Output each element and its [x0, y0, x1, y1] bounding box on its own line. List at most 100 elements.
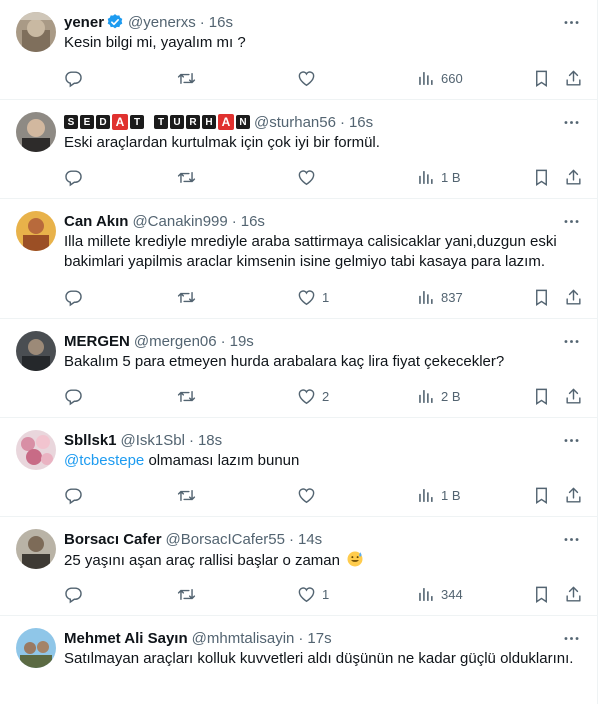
views-button[interactable]: 344 [416, 584, 463, 604]
name-letter: N [236, 115, 250, 129]
views-button[interactable]: 837 [416, 287, 463, 307]
tweet-text: 25 yaşını aşan araç rallisi başlar o zam… [64, 550, 581, 571]
reply-icon [64, 168, 83, 187]
bookmark-icon [532, 585, 551, 604]
avatar[interactable] [16, 211, 56, 251]
retweet-button[interactable] [177, 287, 202, 307]
retweet-button[interactable] [177, 485, 202, 505]
like-button[interactable]: 2 [297, 386, 329, 406]
bookmark-icon [532, 486, 551, 505]
name-letter: R [186, 115, 200, 129]
like-button[interactable]: 1 [297, 584, 329, 604]
bookmark-icon [532, 69, 551, 88]
retweet-icon [177, 387, 196, 406]
more-icon[interactable] [561, 211, 581, 231]
views-button[interactable]: 1 B [416, 485, 461, 505]
like-button[interactable] [297, 485, 322, 505]
tweet-isk1sbl[interactable]: Sbllsk1 @Isk1Sbl · 18s @tcbestepe olmama… [0, 418, 597, 517]
share-icon [564, 387, 583, 406]
author-name[interactable]: MERGEN [64, 333, 130, 350]
bookmark-button[interactable] [532, 167, 551, 187]
retweet-button[interactable] [177, 386, 202, 406]
tweet-text-rest: olmaması lazım bunun [144, 452, 300, 469]
bookmark-button[interactable] [532, 386, 551, 406]
bookmark-button[interactable] [532, 485, 551, 505]
name-letter: A [218, 114, 234, 130]
reply-button[interactable] [64, 485, 89, 505]
author-name[interactable]: Borsacı Cafer [64, 531, 162, 548]
bookmark-button[interactable] [532, 584, 551, 604]
avatar[interactable] [16, 331, 56, 371]
share-button[interactable] [564, 167, 583, 187]
share-button[interactable] [564, 485, 583, 505]
author-handle[interactable]: @yenerxs [128, 14, 196, 31]
tweet-mhmtalisayin[interactable]: Mehmet Ali Sayın @mhmtalisayin · 17s Sat… [0, 616, 597, 704]
author-handle[interactable]: @BorsacICafer55 [166, 531, 285, 548]
timestamp[interactable]: 16s [209, 14, 233, 31]
reply-icon [64, 288, 83, 307]
tweet-mergen06[interactable]: MERGEN @mergen06 · 19s Bakalım 5 para et… [0, 319, 597, 418]
retweet-icon [177, 585, 196, 604]
author-handle[interactable]: @sturhan56 [254, 114, 336, 131]
action-bar: 2 2 B [64, 386, 582, 406]
retweet-button[interactable] [177, 584, 202, 604]
bookmark-button[interactable] [532, 68, 551, 88]
timestamp[interactable]: 19s [230, 333, 254, 350]
retweet-button[interactable] [177, 167, 202, 187]
name-letter: T [130, 115, 144, 129]
views-icon [416, 69, 435, 88]
author-handle[interactable]: @mergen06 [134, 333, 217, 350]
like-button[interactable] [297, 68, 322, 88]
bookmark-button[interactable] [532, 287, 551, 307]
author-handle[interactable]: @mhmtalisayin [192, 630, 295, 647]
more-icon[interactable] [561, 331, 581, 351]
more-icon[interactable] [561, 628, 581, 648]
timestamp[interactable]: 16s [349, 114, 373, 131]
reply-button[interactable] [64, 386, 89, 406]
author-name[interactable]: yener [64, 14, 104, 31]
author-handle[interactable]: @Canakin999 [132, 213, 227, 230]
share-button[interactable] [564, 287, 583, 307]
avatar[interactable] [16, 529, 56, 569]
timestamp[interactable]: 17s [307, 630, 331, 647]
tweet-canakin999[interactable]: Can Akın @Canakin999 · 16s Illa millete … [0, 199, 597, 319]
timestamp[interactable]: 18s [198, 432, 222, 449]
timestamp[interactable]: 16s [241, 213, 265, 230]
views-button[interactable]: 2 B [416, 386, 461, 406]
views-button[interactable]: 660 [416, 68, 463, 88]
more-icon[interactable] [561, 529, 581, 549]
avatar[interactable] [16, 628, 56, 668]
more-icon[interactable] [561, 112, 581, 132]
author-name[interactable]: Sbllsk1 [64, 432, 117, 449]
like-icon [297, 288, 316, 307]
more-icon[interactable] [561, 12, 581, 32]
share-button[interactable] [564, 68, 583, 88]
share-button[interactable] [564, 386, 583, 406]
author-name[interactable]: Mehmet Ali Sayın [64, 630, 188, 647]
share-icon [564, 69, 583, 88]
more-icon[interactable] [561, 430, 581, 450]
reply-button[interactable] [64, 584, 89, 604]
author-handle[interactable]: @Isk1Sbl [121, 432, 185, 449]
views-button[interactable]: 1 B [416, 167, 461, 187]
avatar[interactable] [16, 430, 56, 470]
action-bar: 660 [64, 68, 582, 88]
action-bar: 1 837 [64, 287, 582, 307]
reply-button[interactable] [64, 287, 89, 307]
author-name[interactable]: Can Akın [64, 213, 128, 230]
mention-link[interactable]: @tcbestepe [64, 452, 144, 469]
reply-button[interactable] [64, 167, 89, 187]
name-letter: E [80, 115, 94, 129]
tweet-borsaccafer55[interactable]: Borsacı Cafer @BorsacICafer55 · 14s 25 y… [0, 517, 597, 616]
like-button[interactable]: 1 [297, 287, 329, 307]
avatar[interactable] [16, 112, 56, 152]
share-button[interactable] [564, 584, 583, 604]
tweet-sturhan56[interactable]: S E D A T T U R H A N @sturhan56 · 16s E… [0, 100, 597, 199]
author-name[interactable]: S E D A T T U R H A N [64, 114, 250, 130]
timestamp[interactable]: 14s [298, 531, 322, 548]
like-button[interactable] [297, 167, 322, 187]
tweet-yener[interactable]: yener @yenerxs · 16s Kesin bilgi mi, yay… [0, 0, 597, 100]
avatar[interactable] [16, 12, 56, 52]
reply-button[interactable] [64, 68, 89, 88]
retweet-button[interactable] [177, 68, 202, 88]
